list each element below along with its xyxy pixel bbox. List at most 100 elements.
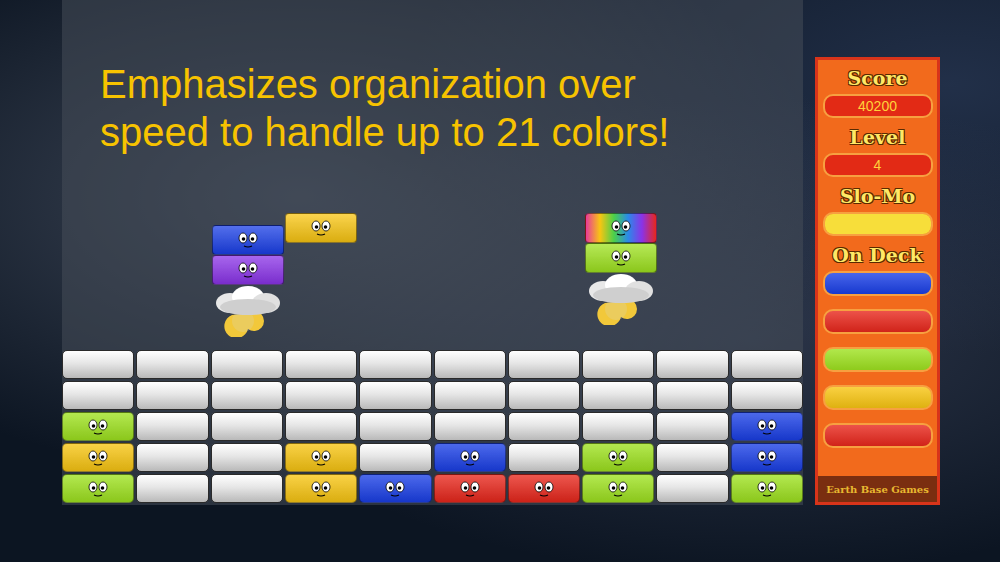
score-label: Score: [847, 67, 907, 89]
empty-cell: [211, 412, 283, 441]
headline: Emphasizes organization overspeed to han…: [62, 0, 803, 156]
empty-cell: [434, 350, 506, 379]
side-panel: Score 40200 Level 4 Slo-Mo On Deck Earth Base …: [815, 57, 940, 505]
empty-cell: [136, 412, 208, 441]
piece-block: [585, 243, 657, 273]
empty-cell: [285, 412, 357, 441]
cloud-moon-icon: [583, 273, 659, 325]
slowmo-label: Slo-Mo: [840, 185, 915, 207]
face-icon: [603, 448, 633, 468]
empty-cell: [136, 474, 208, 503]
block-cell: [582, 443, 654, 472]
block-cell: [508, 474, 580, 503]
empty-cell: [359, 443, 431, 472]
face-icon: [233, 260, 263, 280]
empty-cell: [62, 350, 134, 379]
slowmo-meter: [823, 212, 933, 236]
empty-cell: [508, 350, 580, 379]
empty-cell: [285, 381, 357, 410]
empty-cell: [434, 412, 506, 441]
on-deck-item: [823, 385, 933, 410]
face-icon: [306, 479, 336, 499]
empty-cell: [136, 381, 208, 410]
on-deck-label: On Deck: [832, 244, 922, 266]
face-icon: [752, 417, 782, 437]
face-icon: [83, 417, 113, 437]
level-value: 4: [823, 153, 933, 177]
face-icon: [380, 479, 410, 499]
block-cell: [285, 443, 357, 472]
face-icon: [606, 248, 636, 268]
piece-block: [585, 213, 657, 243]
face-icon: [83, 479, 113, 499]
block-cell: [582, 474, 654, 503]
face-icon: [606, 218, 636, 238]
empty-cell: [508, 412, 580, 441]
publisher-logo: Earth Base Games: [818, 476, 937, 502]
block-cell: [731, 474, 803, 503]
empty-cell: [62, 381, 134, 410]
block-cell: [731, 443, 803, 472]
empty-cell: [136, 443, 208, 472]
empty-cell: [211, 381, 283, 410]
face-icon: [752, 448, 782, 468]
falling-piece[interactable]: [285, 213, 357, 243]
piece-block: [285, 213, 357, 243]
face-icon: [83, 448, 113, 468]
block-cell: [434, 474, 506, 503]
game-screen: Emphasizes organization overspeed to han…: [0, 0, 1000, 562]
block-cell: [62, 443, 134, 472]
empty-cell: [211, 443, 283, 472]
empty-cell: [731, 350, 803, 379]
play-area: Emphasizes organization overspeed to han…: [62, 0, 803, 505]
block-cell: [731, 412, 803, 441]
falling-piece[interactable]: [583, 213, 659, 325]
on-deck-item: [823, 271, 933, 296]
empty-cell: [731, 381, 803, 410]
face-icon: [752, 479, 782, 499]
piece-block: [212, 225, 284, 255]
block-cell: [359, 474, 431, 503]
empty-cell: [285, 350, 357, 379]
on-deck-item: [823, 423, 933, 448]
empty-cell: [359, 412, 431, 441]
block-cell: [62, 474, 134, 503]
level-label: Level: [850, 126, 906, 148]
empty-cell: [656, 474, 728, 503]
face-icon: [455, 479, 485, 499]
empty-cell: [656, 350, 728, 379]
face-icon: [306, 448, 336, 468]
on-deck-item: [823, 309, 933, 334]
face-icon: [603, 479, 633, 499]
piece-block: [212, 255, 284, 285]
empty-cell: [508, 381, 580, 410]
empty-cell: [211, 350, 283, 379]
falling-piece[interactable]: [210, 225, 286, 337]
empty-cell: [656, 412, 728, 441]
empty-cell: [359, 350, 431, 379]
score-value: 40200: [823, 94, 933, 118]
empty-cell: [359, 381, 431, 410]
block-cell: [434, 443, 506, 472]
cloud-moon-icon: [210, 285, 286, 337]
empty-cell: [582, 381, 654, 410]
empty-cell: [656, 443, 728, 472]
headline-line: Emphasizes organization over: [100, 60, 803, 108]
block-cell: [285, 474, 357, 503]
falling-zone: [62, 156, 803, 350]
block-grid: [62, 350, 803, 503]
empty-cell: [434, 381, 506, 410]
headline-line: speed to handle up to 21 colors!: [100, 108, 803, 156]
empty-cell: [136, 350, 208, 379]
empty-cell: [656, 381, 728, 410]
block-cell: [62, 412, 134, 441]
empty-cell: [582, 412, 654, 441]
face-icon: [306, 218, 336, 238]
empty-cell: [582, 350, 654, 379]
on-deck-item: [823, 347, 933, 372]
slowmo-fill: [825, 214, 931, 234]
face-icon: [233, 230, 263, 250]
face-icon: [455, 448, 485, 468]
empty-cell: [508, 443, 580, 472]
empty-cell: [211, 474, 283, 503]
